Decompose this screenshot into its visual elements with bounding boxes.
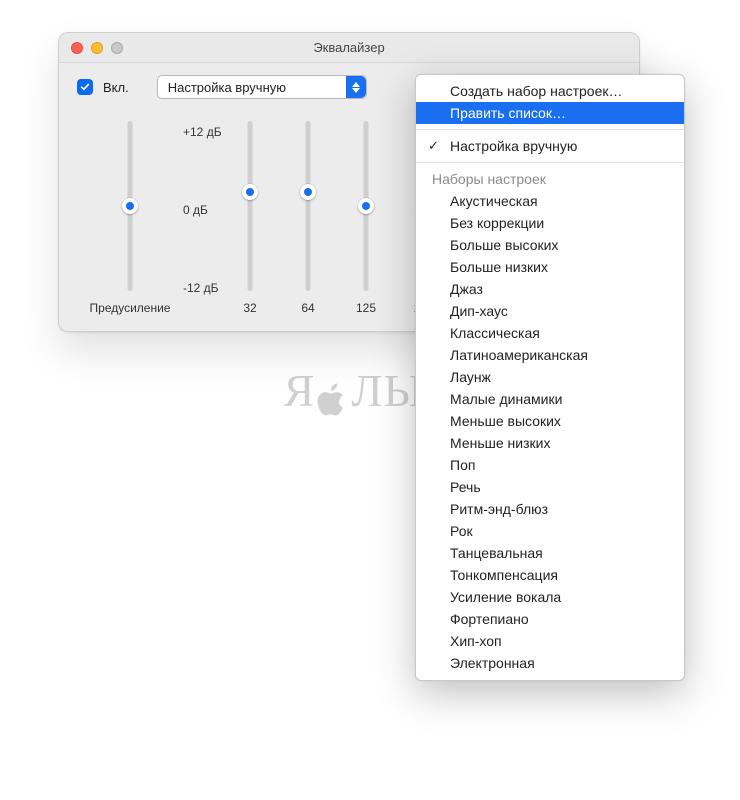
eq-band-125: 125 xyxy=(357,121,375,315)
scale-bot: -12 дБ xyxy=(183,281,219,295)
zoom-icon[interactable] xyxy=(111,42,123,54)
preamp-slider[interactable] xyxy=(121,121,139,291)
menu-preset-19[interactable]: Фортепиано xyxy=(416,608,684,630)
chevron-updown-icon xyxy=(346,76,366,98)
slider-thumb[interactable] xyxy=(122,198,138,214)
menu-preset-12[interactable]: Поп xyxy=(416,454,684,476)
slider-track xyxy=(306,121,311,291)
menu-section-header: Наборы настроек xyxy=(416,168,684,190)
menu-preset-16[interactable]: Танцевальная xyxy=(416,542,684,564)
menu-preset-0[interactable]: Акустическая xyxy=(416,190,684,212)
db-scale: +12 дБ 0 дБ -12 дБ xyxy=(183,121,239,295)
eq-band-32: 32 xyxy=(241,121,259,315)
enable-checkbox[interactable] xyxy=(77,79,93,95)
menu-preset-14[interactable]: Ритм-энд-блюз xyxy=(416,498,684,520)
apple-icon xyxy=(317,377,349,413)
band-label: 32 xyxy=(243,301,256,315)
preset-menu[interactable]: Создать набор настроек…Править список… На… xyxy=(415,74,685,681)
preset-select[interactable]: Настройка вручную xyxy=(157,75,367,99)
menu-preset-7[interactable]: Латиноамериканская xyxy=(416,344,684,366)
slider-track xyxy=(248,121,253,291)
band-slider[interactable] xyxy=(299,121,317,291)
menu-preset-3[interactable]: Больше низких xyxy=(416,256,684,278)
menu-preset-9[interactable]: Малые динамики xyxy=(416,388,684,410)
slider-thumb[interactable] xyxy=(358,198,374,214)
scale-mid: 0 дБ xyxy=(183,203,208,217)
menu-preset-11[interactable]: Меньше низких xyxy=(416,432,684,454)
preset-select-value: Настройка вручную xyxy=(168,80,286,95)
menu-preset-10[interactable]: Меньше высоких xyxy=(416,410,684,432)
menu-action-0[interactable]: Создать набор настроек… xyxy=(416,80,684,102)
menu-preset-20[interactable]: Хип-хоп xyxy=(416,630,684,652)
menu-preset-17[interactable]: Тонкомпенсация xyxy=(416,564,684,586)
slider-thumb[interactable] xyxy=(300,184,316,200)
menu-current-preset[interactable]: Настройка вручную xyxy=(416,135,684,157)
minimize-icon[interactable] xyxy=(91,42,103,54)
eq-band-64: 64 xyxy=(299,121,317,315)
menu-preset-13[interactable]: Речь xyxy=(416,476,684,498)
menu-preset-21[interactable]: Электронная xyxy=(416,652,684,674)
preamp-label: Предусиление xyxy=(90,301,171,315)
menu-preset-18[interactable]: Усиление вокала xyxy=(416,586,684,608)
enable-label: Вкл. xyxy=(103,80,129,95)
menu-preset-1[interactable]: Без коррекции xyxy=(416,212,684,234)
window-title: Эквалайзер xyxy=(313,40,384,55)
watermark-text-left: Я xyxy=(284,365,316,416)
menu-preset-5[interactable]: Дип-хаус xyxy=(416,300,684,322)
menu-separator xyxy=(416,129,684,130)
menu-separator xyxy=(416,162,684,163)
titlebar: Эквалайзер xyxy=(59,33,639,63)
menu-preset-2[interactable]: Больше высоких xyxy=(416,234,684,256)
menu-preset-15[interactable]: Рок xyxy=(416,520,684,542)
band-slider[interactable] xyxy=(357,121,375,291)
traffic-lights xyxy=(71,42,123,54)
band-slider[interactable] xyxy=(241,121,259,291)
close-icon[interactable] xyxy=(71,42,83,54)
band-label: 125 xyxy=(356,301,376,315)
menu-preset-8[interactable]: Лаунж xyxy=(416,366,684,388)
menu-preset-4[interactable]: Джаз xyxy=(416,278,684,300)
scale-top: +12 дБ xyxy=(183,125,222,139)
slider-thumb[interactable] xyxy=(242,184,258,200)
menu-action-1[interactable]: Править список… xyxy=(416,102,684,124)
band-label: 64 xyxy=(301,301,314,315)
menu-preset-6[interactable]: Классическая xyxy=(416,322,684,344)
